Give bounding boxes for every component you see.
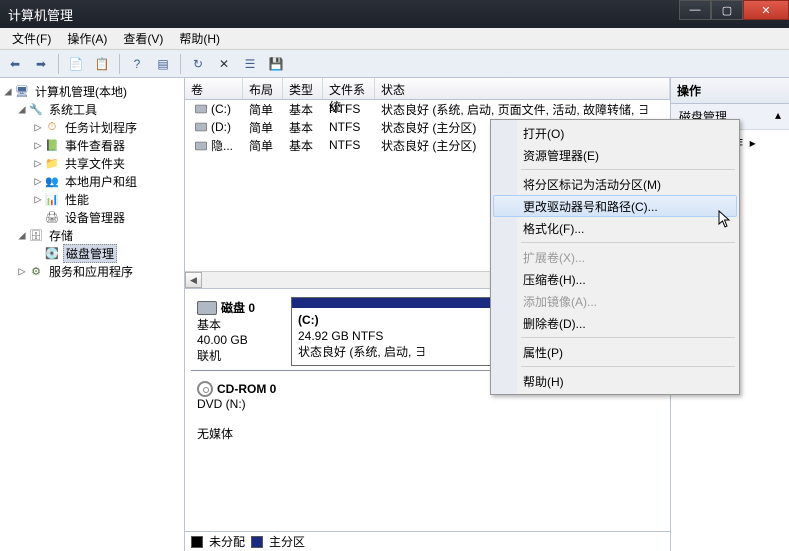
cursor-icon: [718, 210, 736, 233]
expand-icon[interactable]: ▷: [32, 138, 44, 152]
menu-add-mirror: 添加镜像(A)...: [493, 290, 737, 312]
volume-header-row: 卷 布局 类型 文件系统 状态: [185, 78, 670, 100]
menu-file[interactable]: 文件(F): [4, 28, 59, 49]
header-type[interactable]: 类型: [283, 78, 323, 99]
toolbar: ⬅ ➡ 📄 📋 ? ▤ ↻ ✕ ☰ 💾: [0, 50, 789, 78]
event-icon: 📗: [44, 137, 60, 153]
volume-icon: [195, 123, 207, 131]
disk-icon: [197, 301, 217, 315]
maximize-button[interactable]: ▢: [711, 0, 743, 20]
legend: 未分配 主分区: [185, 531, 670, 551]
device-icon: 🖨: [44, 209, 60, 225]
collapse-icon[interactable]: ▴: [775, 108, 781, 125]
menu-delete[interactable]: 删除卷(D)...: [493, 312, 737, 334]
users-icon: 👥: [44, 173, 60, 189]
window-titlebar: 计算机管理 — ▢ ✕: [0, 0, 789, 28]
legend-swatch-primary: [251, 536, 263, 548]
disk-mgmt-icon: 💽: [44, 245, 60, 261]
header-volume[interactable]: 卷: [185, 78, 243, 99]
tree-task-scheduler[interactable]: ▷ ⏱ 任务计划程序: [2, 118, 182, 136]
header-fs[interactable]: 文件系统: [323, 78, 375, 99]
expand-icon[interactable]: ▷: [32, 156, 44, 170]
perf-icon: 📊: [44, 191, 60, 207]
menu-format[interactable]: 格式化(F)...: [493, 217, 737, 239]
tree-performance[interactable]: ▷ 📊 性能: [2, 190, 182, 208]
menu-action[interactable]: 操作(A): [59, 28, 115, 49]
expand-icon[interactable]: ▷: [32, 120, 44, 134]
expand-icon[interactable]: ◢: [16, 102, 28, 116]
tree-local-users[interactable]: ▷ 👥 本地用户和组: [2, 172, 182, 190]
header-layout[interactable]: 布局: [243, 78, 283, 99]
forward-button[interactable]: ➡: [30, 53, 52, 75]
minimize-button[interactable]: —: [679, 0, 711, 20]
list-view-button[interactable]: ▤: [152, 53, 174, 75]
tree-shared-folders[interactable]: ▷ 📁 共享文件夹: [2, 154, 182, 172]
scroll-left-button[interactable]: ◀: [185, 272, 202, 288]
volume-row[interactable]: (C:) 简单 基本 NTFS 状态良好 (系统, 启动, 页面文件, 活动, …: [185, 100, 670, 118]
navigation-tree: ◢ 🖥 计算机管理(本地) ◢ 🔧 系统工具 ▷ ⏱ 任务计划程序 ▷ 📗 事件…: [0, 78, 185, 551]
tree-root[interactable]: ◢ 🖥 计算机管理(本地): [2, 82, 182, 100]
menu-view[interactable]: 查看(V): [115, 28, 171, 49]
menu-help[interactable]: 帮助(H): [493, 370, 737, 392]
tree-disk-management[interactable]: 💽 磁盘管理: [2, 244, 182, 262]
services-icon: ⚙: [28, 263, 44, 279]
folder-icon: 📁: [44, 155, 60, 171]
clock-icon: ⏱: [44, 119, 60, 135]
menu-extend: 扩展卷(X)...: [493, 246, 737, 268]
expand-icon[interactable]: ▷: [32, 192, 44, 206]
expand-icon[interactable]: ◢: [16, 228, 28, 242]
menu-shrink[interactable]: 压缩卷(H)...: [493, 268, 737, 290]
refresh-button[interactable]: ↻: [187, 53, 209, 75]
header-status[interactable]: 状态: [375, 78, 670, 99]
help-button[interactable]: ?: [126, 53, 148, 75]
menu-mark-active[interactable]: 将分区标记为活动分区(M): [493, 173, 737, 195]
close-button[interactable]: ✕: [743, 0, 789, 20]
menu-open[interactable]: 打开(O): [493, 122, 737, 144]
delete-button[interactable]: ✕: [213, 53, 235, 75]
expand-icon[interactable]: ▷: [16, 264, 28, 278]
cdrom-info: CD-ROM 0 DVD (N:) 无媒体: [191, 375, 291, 448]
props-button[interactable]: 📋: [91, 53, 113, 75]
menu-properties[interactable]: 属性(P): [493, 341, 737, 363]
tree-event-viewer[interactable]: ▷ 📗 事件查看器: [2, 136, 182, 154]
volume-icon: [195, 105, 207, 113]
menu-change-drive-letter[interactable]: 更改驱动器号和路径(C)...: [493, 195, 737, 217]
tree-device-manager[interactable]: 🖨 设备管理器: [2, 208, 182, 226]
tools-icon: 🔧: [28, 101, 44, 117]
tree-storage[interactable]: ◢ 🗄 存储: [2, 226, 182, 244]
menu-explorer[interactable]: 资源管理器(E): [493, 144, 737, 166]
disk-button[interactable]: 💾: [265, 53, 287, 75]
menubar: 文件(F) 操作(A) 查看(V) 帮助(H): [0, 28, 789, 50]
legend-swatch-unalloc: [191, 536, 203, 548]
back-button[interactable]: ⬅: [4, 53, 26, 75]
tree-services[interactable]: ▷ ⚙ 服务和应用程序: [2, 262, 182, 280]
computer-icon: 🖥: [14, 83, 30, 99]
disk-info: 磁盘 0 基本 40.00 GB 联机: [191, 293, 291, 370]
cdrom-icon: [197, 381, 213, 397]
volume-icon: [195, 142, 207, 150]
expand-icon[interactable]: ◢: [2, 84, 14, 98]
actions-header: 操作: [671, 78, 789, 104]
storage-icon: 🗄: [28, 227, 44, 243]
menu-help[interactable]: 帮助(H): [171, 28, 228, 49]
up-button[interactable]: 📄: [65, 53, 87, 75]
window-title: 计算机管理: [8, 5, 73, 24]
tree-system-tools[interactable]: ◢ 🔧 系统工具: [2, 100, 182, 118]
settings-button[interactable]: ☰: [239, 53, 261, 75]
expand-icon[interactable]: ▷: [32, 174, 44, 188]
context-menu: 打开(O) 资源管理器(E) 将分区标记为活动分区(M) 更改驱动器号和路径(C…: [490, 119, 740, 395]
